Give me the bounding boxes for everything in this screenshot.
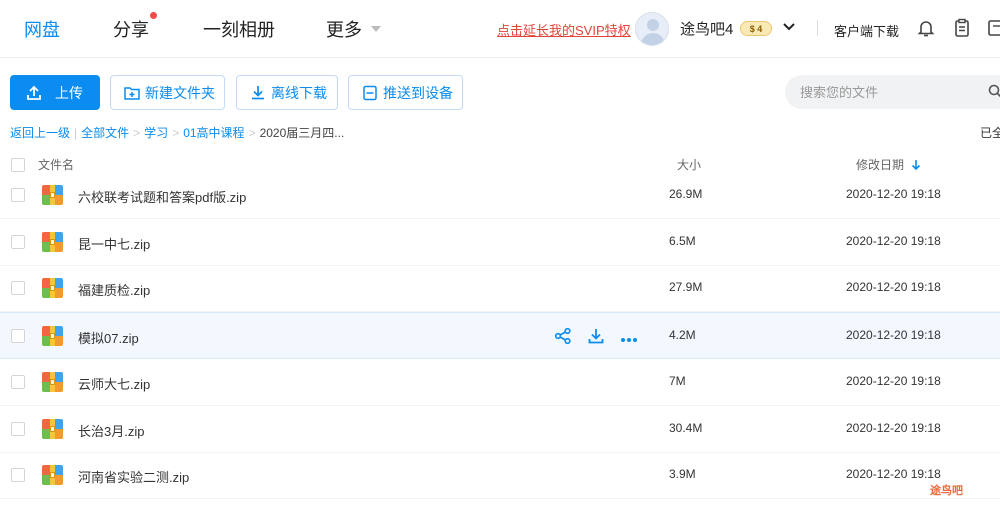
row-checkbox[interactable] [11, 234, 25, 249]
table-row[interactable]: 昆一中七.zip 6.5M 2020-12-20 19:18 [0, 219, 1000, 266]
file-size: 30.4M [669, 420, 703, 435]
file-modified-date: 2020-12-20 19:18 [846, 328, 941, 343]
bell-icon[interactable] [915, 17, 937, 39]
file-size: 6.5M [669, 233, 696, 248]
top-header: 网盘 分享 一刻相册 更多 点击延长我的SVIP特权 途鸟吧4 $ 4 客户端下… [0, 0, 1000, 58]
file-modified-date: 2020-12-20 19:18 [846, 280, 941, 295]
download-icon[interactable] [587, 327, 605, 350]
zip-file-icon [42, 326, 63, 347]
file-modified-date: 2020-12-20 19:18 [846, 187, 941, 201]
share-icon[interactable] [554, 327, 572, 350]
file-modified-date: 2020-12-20 19:18 [846, 233, 941, 248]
row-checkbox[interactable] [11, 468, 25, 483]
file-size: 26.9M [669, 187, 703, 201]
zip-file-icon [42, 371, 63, 392]
crumb-study[interactable]: 学习 [144, 126, 168, 140]
upload-icon [27, 85, 41, 100]
nav-more[interactable]: 更多 [326, 16, 362, 42]
table-row[interactable]: 模拟07.zip 4.2M 2020-12-20 19:18 [0, 312, 1000, 360]
new-folder-icon [124, 86, 140, 100]
download-icon [252, 85, 264, 99]
table-row[interactable]: 六校联考试题和答案pdf版.zip 26.9M 2020-12-20 19:18 [0, 172, 1000, 219]
file-modified-date: 2020-12-20 19:18 [846, 467, 941, 482]
upload-button[interactable]: 上传 [10, 75, 100, 110]
file-modified-date: 2020-12-20 19:18 [846, 373, 941, 388]
file-name[interactable]: 六校联考试题和答案pdf版.zip [78, 187, 246, 206]
file-name[interactable]: 昆一中七.zip [78, 234, 150, 253]
select-all-checkbox[interactable] [11, 158, 25, 172]
file-name[interactable]: 长治3月.zip [78, 421, 144, 440]
vip-level-badge: $ 4 [740, 21, 772, 36]
zip-file-icon [42, 185, 63, 205]
table-row[interactable]: 河南省实验二测.zip 3.9M 2020-12-20 19:18 [0, 452, 1000, 500]
table-row[interactable]: 福建质检.zip 27.9M 2020-12-20 19:18 [0, 265, 1000, 313]
file-name[interactable]: 福建质检.zip [78, 280, 150, 299]
offline-download-label: 离线下载 [271, 84, 327, 101]
nav-netdisk[interactable]: 网盘 [24, 16, 60, 42]
client-download-link[interactable]: 客户端下载 [834, 21, 899, 40]
column-name-header[interactable]: 文件名 [38, 156, 74, 173]
watermark-logo: 途鸟吧 [930, 485, 963, 497]
search-input[interactable] [785, 75, 1000, 109]
grid-icon[interactable] [986, 17, 1000, 39]
column-modified-header[interactable]: 修改日期 [856, 156, 904, 173]
row-checkbox[interactable] [11, 281, 25, 296]
loaded-status: 已全 [980, 126, 1000, 140]
notification-dot [150, 12, 157, 19]
back-link[interactable]: 返回上一级 [10, 126, 70, 140]
username[interactable]: 途鸟吧4 [680, 18, 733, 39]
device-icon [363, 85, 377, 100]
nav-album[interactable]: 一刻相册 [203, 16, 275, 42]
table-row[interactable]: 长治3月.zip 30.4M 2020-12-20 19:18 [0, 406, 1000, 453]
file-size: 3.9M [669, 467, 696, 482]
upload-label: 上传 [55, 84, 83, 101]
avatar[interactable] [635, 12, 669, 46]
header-divider [817, 20, 818, 36]
file-name[interactable]: 云师大七.zip [78, 374, 150, 393]
file-name[interactable]: 模拟07.zip [78, 328, 139, 347]
file-size: 27.9M [669, 280, 703, 295]
row-checkbox[interactable] [11, 188, 25, 202]
zip-file-icon [42, 231, 63, 252]
zip-file-icon [42, 418, 63, 439]
crumb-current: 2020届三月四... [259, 126, 345, 140]
push-device-label: 推送到设备 [383, 84, 453, 101]
file-modified-date: 2020-12-20 19:18 [846, 420, 941, 435]
new-folder-label: 新建文件夹 [145, 84, 215, 101]
nav-share[interactable]: 分享 [113, 16, 149, 42]
chevron-down-icon[interactable] [371, 26, 381, 32]
row-checkbox[interactable] [11, 329, 25, 344]
file-size: 7M [669, 373, 686, 388]
row-checkbox[interactable] [11, 421, 25, 436]
new-folder-button[interactable]: 新建文件夹 [110, 75, 225, 110]
file-size: 4.2M [669, 328, 696, 343]
push-device-button[interactable]: 推送到设备 [348, 75, 463, 110]
crumb-all-files[interactable]: 全部文件 [81, 126, 129, 140]
search-icon[interactable] [988, 84, 1000, 103]
offline-download-button[interactable]: 离线下载 [236, 75, 338, 110]
zip-file-icon [42, 278, 63, 299]
clipboard-icon[interactable] [951, 17, 973, 39]
file-name[interactable]: 河南省实验二测.zip [78, 467, 189, 486]
svip-promo-link[interactable]: 点击延长我的SVIP特权 [497, 20, 631, 39]
more-icon[interactable] [620, 331, 638, 349]
column-size-header[interactable]: 大小 [677, 156, 701, 173]
breadcrumb: 返回上一级 | 全部文件 > 学习 >01高中课程 >2020届三月四... [10, 126, 345, 140]
crumb-highschool[interactable]: 01高中课程 [183, 126, 244, 140]
table-row[interactable]: 云师大七.zip 7M 2020-12-20 19:18 [0, 359, 1000, 406]
row-checkbox[interactable] [11, 374, 25, 389]
user-menu-chevron-icon[interactable] [782, 19, 796, 35]
zip-file-icon [42, 465, 63, 486]
